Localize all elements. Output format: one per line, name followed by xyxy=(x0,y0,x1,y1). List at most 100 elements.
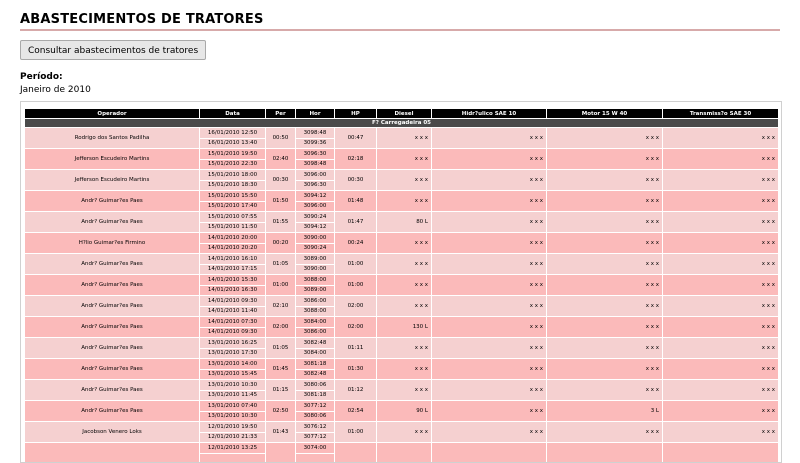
motor-oil-cell: x x x xyxy=(547,296,663,317)
date-start-cell: 15/01/2010 18:00 xyxy=(200,170,266,181)
consult-refuelings-button[interactable]: Consultar abastecimentos de tratores xyxy=(20,40,206,60)
date-end-cell: 13/01/2010 11:45 xyxy=(200,390,266,401)
operator-cell: Andr? Guimar?es Paes xyxy=(25,275,200,296)
hourmeter-end-cell: 3090:00 xyxy=(296,264,335,275)
hydraulic-cell: x x x xyxy=(432,128,547,149)
transmission-cell: x x x xyxy=(663,338,779,359)
hourmeter-end-cell: 3096:30 xyxy=(296,180,335,191)
period-cell: 01:50 xyxy=(266,191,296,212)
motor-oil-cell: x x x xyxy=(547,212,663,233)
table-row: H?lio Guimar?es Firmino14/01/2010 20:000… xyxy=(25,233,779,244)
table-row: Rodrigo dos Santos Padilha16/01/2010 12:… xyxy=(25,128,779,139)
hourmeter-start-cell: 3096:30 xyxy=(296,149,335,160)
hourmeter-start-cell: 3090:24 xyxy=(296,212,335,223)
table-row: Andr? Guimar?es Paes13/01/2010 14:0001:4… xyxy=(25,359,779,370)
hp-cell: 01:47 xyxy=(335,212,377,233)
col-header-per[interactable]: Per xyxy=(266,109,296,119)
hourmeter-start-cell: 3074:00 xyxy=(296,443,335,454)
diesel-cell: x x x xyxy=(377,359,432,380)
hydraulic-cell: x x x xyxy=(432,275,547,296)
transmission-cell: x x x xyxy=(663,317,779,338)
col-header-hydraulic[interactable]: Hidr?ulico SAE 10 xyxy=(432,109,547,119)
period-cell: 00:50 xyxy=(266,128,296,149)
hourmeter-start-cell: 3098:48 xyxy=(296,128,335,139)
hp-cell: 01:11 xyxy=(335,338,377,359)
diesel-cell: 130 L xyxy=(377,317,432,338)
hourmeter-start-cell: 3080:06 xyxy=(296,380,335,391)
motor-oil-cell: x x x xyxy=(547,338,663,359)
operator-cell: Jefferson Escudeiro Martins xyxy=(25,170,200,191)
hourmeter-start-cell: 3088:00 xyxy=(296,275,335,286)
hourmeter-end-cell: 3081:18 xyxy=(296,390,335,401)
hp-cell: 01:30 xyxy=(335,359,377,380)
hydraulic-cell: x x x xyxy=(432,233,547,254)
period-cell: 02:00 xyxy=(266,317,296,338)
date-start-cell: 15/01/2010 15:50 xyxy=(200,191,266,202)
col-header-motor[interactable]: Motor 15 W 40 xyxy=(547,109,663,119)
date-start-cell: 13/01/2010 14:00 xyxy=(200,359,266,370)
diesel-cell: x x x xyxy=(377,296,432,317)
operator-cell: Andr? Guimar?es Paes xyxy=(25,296,200,317)
transmission-cell: x x x xyxy=(663,422,779,443)
period-cell: 02:10 xyxy=(266,296,296,317)
diesel-cell: x x x xyxy=(377,170,432,191)
date-start-cell: 14/01/2010 16:10 xyxy=(200,254,266,265)
hp-cell: 01:00 xyxy=(335,422,377,443)
date-start-cell: 14/01/2010 09:30 xyxy=(200,296,266,307)
motor-oil-cell: x x x xyxy=(547,359,663,380)
date-start-cell: 13/01/2010 10:30 xyxy=(200,380,266,391)
refuelings-table-frame: Operador Data Per Hor HP Diesel Hidr?uli… xyxy=(20,101,782,463)
date-end-cell: 16/01/2010 13:40 xyxy=(200,138,266,149)
period-cell: 00:20 xyxy=(266,233,296,254)
diesel-cell: x x x xyxy=(377,149,432,170)
table-row: Andr? Guimar?es Paes15/01/2010 07:5501:5… xyxy=(25,212,779,223)
transmission-cell: x x x xyxy=(663,275,779,296)
col-header-hp[interactable]: HP xyxy=(335,109,377,119)
date-end-cell: 13/01/2010 17:30 xyxy=(200,348,266,359)
hourmeter-end-cell: 3099:36 xyxy=(296,138,335,149)
hourmeter-start-cell: 3076:12 xyxy=(296,422,335,433)
date-end-cell: 13/01/2010 10:30 xyxy=(200,411,266,422)
hourmeter-end-cell xyxy=(296,453,335,463)
hourmeter-start-cell: 3096:00 xyxy=(296,170,335,181)
col-header-diesel[interactable]: Diesel xyxy=(377,109,432,119)
hp-cell: 01:00 xyxy=(335,254,377,275)
col-header-date[interactable]: Data xyxy=(200,109,266,119)
operator-cell: Andr? Guimar?es Paes xyxy=(25,254,200,275)
table-row: Andr? Guimar?es Paes13/01/2010 10:3001:1… xyxy=(25,380,779,391)
diesel-cell: x x x xyxy=(377,254,432,275)
motor-oil-cell: x x x xyxy=(547,254,663,275)
table-row: Andr? Guimar?es Paes14/01/2010 07:3002:0… xyxy=(25,317,779,328)
hourmeter-start-cell: 3077:12 xyxy=(296,401,335,412)
hourmeter-end-cell: 3077:12 xyxy=(296,432,335,443)
hourmeter-start-cell: 3082:48 xyxy=(296,338,335,349)
table-body: Rodrigo dos Santos Padilha16/01/2010 12:… xyxy=(25,128,779,463)
transmission-cell: x x x xyxy=(663,254,779,275)
diesel-cell: x x x xyxy=(377,128,432,149)
transmission-cell: x x x xyxy=(663,170,779,191)
hourmeter-end-cell: 3088:00 xyxy=(296,306,335,317)
operator-cell: Andr? Guimar?es Paes xyxy=(25,380,200,401)
period-cell: 02:50 xyxy=(266,401,296,422)
motor-oil-cell: x x x xyxy=(547,170,663,191)
col-header-transmission[interactable]: Transmiss?o SAE 30 xyxy=(663,109,779,119)
table-row: Jefferson Escudeiro Martins15/01/2010 18… xyxy=(25,170,779,181)
col-header-operator[interactable]: Operador xyxy=(25,109,200,119)
operator-cell xyxy=(25,443,200,463)
diesel-cell: x x x xyxy=(377,338,432,359)
hourmeter-end-cell: 3084:00 xyxy=(296,348,335,359)
date-start-cell: 15/01/2010 19:50 xyxy=(200,149,266,160)
motor-oil-cell: 3 L xyxy=(547,401,663,422)
transmission-cell: x x x xyxy=(663,380,779,401)
table-row: Jefferson Escudeiro Martins15/01/2010 19… xyxy=(25,149,779,160)
transmission-cell: x x x xyxy=(663,359,779,380)
motor-oil-cell: x x x xyxy=(547,275,663,296)
col-header-hor[interactable]: Hor xyxy=(296,109,335,119)
transmission-cell: x x x xyxy=(663,212,779,233)
diesel-cell xyxy=(377,443,432,463)
diesel-cell: x x x xyxy=(377,380,432,401)
period-cell: 01:43 xyxy=(266,422,296,443)
hourmeter-end-cell: 3086:00 xyxy=(296,327,335,338)
date-end-cell: 12/01/2010 21:33 xyxy=(200,432,266,443)
hydraulic-cell: x x x xyxy=(432,401,547,422)
